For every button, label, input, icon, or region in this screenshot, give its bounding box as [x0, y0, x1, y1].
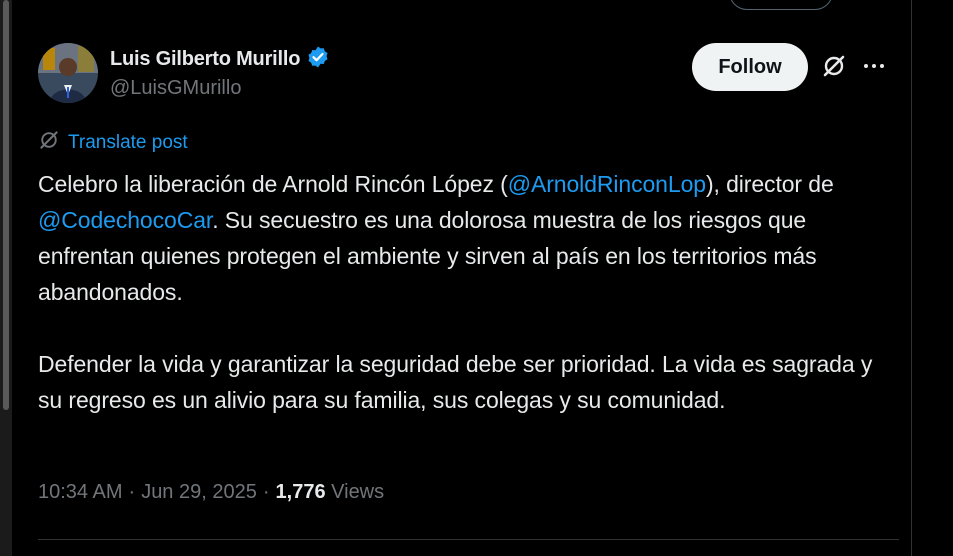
views-count: 1,776	[275, 481, 326, 503]
author-name-row[interactable]: Luis Gilberto Murillo	[110, 45, 330, 74]
translate-post-link[interactable]: Translate post	[68, 132, 188, 154]
tweet-date[interactable]: Jun 29, 2025	[141, 481, 257, 504]
avatar[interactable]	[38, 43, 98, 103]
scrollbar-thumb[interactable]	[3, 0, 9, 410]
more-options-icon[interactable]	[858, 50, 890, 82]
right-margin	[913, 0, 953, 556]
top-pill-button[interactable]	[729, 0, 833, 10]
tweet-text: Celebro la liberación de Arnold Rincón L…	[38, 166, 888, 418]
tweet-column: Luis Gilberto Murillo @LuisGMurillo Foll…	[12, 0, 912, 556]
mention-link-arnold[interactable]: @ArnoldRinconLop	[508, 171, 706, 197]
grok-translate-icon	[38, 129, 60, 156]
tweet-text-segment: Celebro la liberación de Arnold Rincón L…	[38, 171, 508, 197]
author-name[interactable]: Luis Gilberto Murillo	[110, 48, 300, 71]
divider	[38, 539, 899, 540]
tweet-paragraph-1: Celebro la liberación de Arnold Rincón L…	[38, 166, 888, 310]
tweet-text-segment: ), director de	[705, 171, 834, 197]
author-handle[interactable]: @LuisGMurillo	[110, 77, 241, 100]
grok-icon[interactable]	[818, 50, 850, 82]
verified-badge-icon	[306, 45, 330, 74]
meta-separator: ·	[128, 481, 136, 503]
avatar-image	[38, 43, 98, 103]
scrollbar-track[interactable]	[0, 0, 12, 556]
meta-separator: ·	[262, 481, 270, 503]
mention-link-codechoco[interactable]: @CodechocoCar	[38, 207, 212, 233]
views-label: Views	[331, 481, 385, 503]
translate-post[interactable]: Translate post	[38, 129, 188, 156]
follow-button[interactable]: Follow	[692, 43, 808, 91]
tweet-paragraph-2: Defender la vida y garantizar la segurid…	[38, 351, 873, 413]
tweet-meta: 10:34 AM · Jun 29, 2025 · 1,776 Views	[38, 481, 384, 504]
tweet-time[interactable]: 10:34 AM	[38, 481, 123, 504]
